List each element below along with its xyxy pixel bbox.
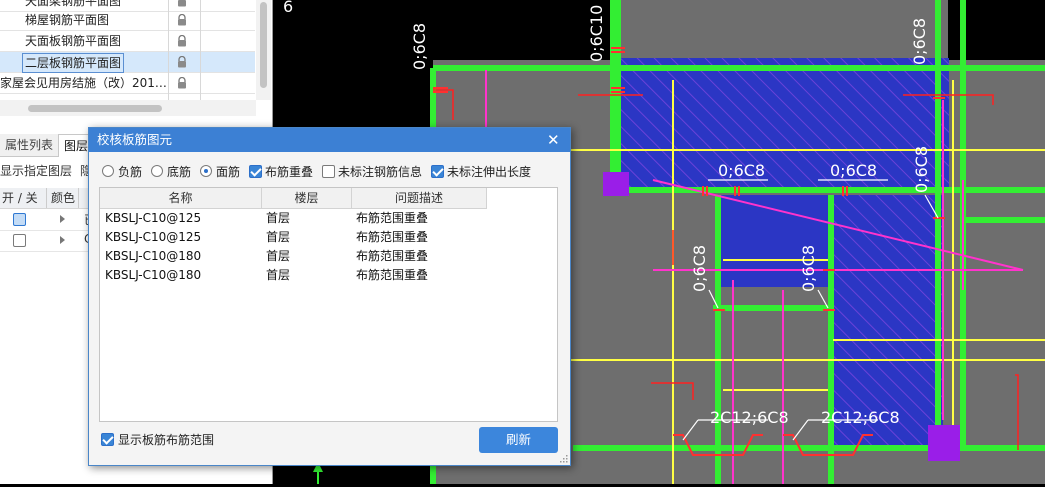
horizontal-scrollbar[interactable]: [0, 100, 256, 116]
cell-floor: 首层: [266, 230, 291, 244]
option-label: 未标注钢筋信息: [338, 165, 423, 179]
checkbox-unchecked[interactable]: [322, 165, 335, 178]
issues-table: 名称 楼层 问题描述 KBSLJ-C10@125 首层 布筋范围重叠 KBSLJ…: [99, 187, 558, 422]
dialog-titlebar[interactable]: 校核板筋图元 ✕: [89, 128, 570, 152]
col-floor-header[interactable]: 楼层: [262, 188, 352, 208]
rebar-label: 2C12;6C8: [821, 408, 900, 427]
checkbox-checked[interactable]: [249, 165, 262, 178]
scrollbar-thumb[interactable]: [28, 105, 162, 112]
column-divider: [168, 0, 169, 100]
table-row[interactable]: KBSLJ-C10@125 首层 布筋范围重叠: [100, 209, 487, 228]
col-color-header: 颜色: [51, 191, 76, 205]
radio-circle[interactable]: [151, 165, 163, 177]
cell-name: KBSLJ-C10@125: [105, 230, 202, 244]
vertical-scrollbar[interactable]: [256, 0, 271, 100]
close-icon[interactable]: ✕: [547, 128, 560, 152]
cell-issue: 布筋范围重叠: [356, 211, 429, 225]
layer-visibility-checkbox[interactable]: [13, 234, 26, 247]
expand-arrow-icon[interactable]: [60, 236, 65, 244]
col-issue-header[interactable]: 问题描述: [352, 188, 487, 208]
option-label: 未标注伸出长度: [447, 165, 532, 179]
lock-icon[interactable]: [176, 77, 188, 89]
cell-name: KBSLJ-C10@180: [105, 249, 202, 263]
rebar-label: 0;6C8: [830, 161, 877, 180]
radio-circle-selected[interactable]: [200, 165, 212, 177]
option-label: 布筋重叠: [265, 165, 314, 179]
checkbox-checked[interactable]: [431, 165, 444, 178]
lock-icon[interactable]: [176, 14, 188, 26]
cell-floor: 首层: [266, 249, 291, 263]
rebar-label: 0;6C10: [587, 5, 606, 62]
drawing-name: 梯屋钢筋平面图: [25, 13, 110, 27]
expand-arrow-icon[interactable]: [60, 215, 65, 223]
option-label: 负筋: [118, 165, 143, 179]
radio-circle[interactable]: [102, 165, 114, 177]
rebar-label: 2C12;6C8: [710, 408, 789, 427]
rebar-range-hatch: [619, 58, 949, 188]
drawing-list-row[interactable]: 天面板钢筋平面图: [0, 31, 255, 52]
rebar-label: 0;6C8: [912, 146, 931, 193]
table-header: 名称 楼层 问题描述: [100, 188, 487, 209]
option-label: 面筋: [216, 165, 241, 179]
rebar-label: 0;6C8: [910, 18, 929, 65]
check-slab-rebar-dialog: 校核板筋图元 ✕ 负筋 底筋 面筋 布筋重叠 未标注钢筋信息 未标注伸出长度 名…: [88, 127, 571, 466]
column-block: [928, 425, 960, 461]
layer-visibility-checkbox[interactable]: [13, 213, 26, 226]
option-label: 底筋: [167, 165, 192, 179]
slab-area-top: [613, 0, 948, 60]
col-toggle-header: 开 / 关: [2, 191, 38, 205]
cell-floor: 首层: [266, 268, 291, 282]
lock-icon[interactable]: [176, 0, 188, 7]
drawing-name: 二层板钢筋平面图: [22, 53, 125, 73]
cell-issue: 布筋范围重叠: [356, 249, 429, 263]
refresh-button[interactable]: 刷新: [479, 427, 558, 453]
header-divider: [46, 188, 47, 208]
rebar-label: 0;6C8: [718, 161, 765, 180]
drawing-name: 家屋会见用房结施（改）201…: [0, 76, 167, 90]
cell-floor: 首层: [266, 211, 291, 225]
edge-glyph: 6: [283, 0, 293, 16]
column-divider: [200, 0, 201, 100]
resize-grip-icon[interactable]: [559, 454, 568, 463]
option-label: 显示板筋布筋范围: [118, 433, 215, 447]
checkbox-checked[interactable]: [101, 433, 114, 446]
cell-name: KBSLJ-C10@180: [105, 268, 202, 282]
cell-issue: 布筋范围重叠: [356, 230, 429, 244]
show-specified-layer-option[interactable]: 显示指定图层: [0, 157, 72, 185]
cell-issue: 布筋范围重叠: [356, 268, 429, 282]
rebar-label: 0;6C8: [690, 245, 709, 292]
table-row[interactable]: KBSLJ-C10@180 首层 布筋范围重叠: [100, 247, 487, 266]
table-row[interactable]: KBSLJ-C10@180 首层 布筋范围重叠: [100, 266, 487, 285]
scrollbar-thumb[interactable]: [260, 2, 267, 88]
rebar-label: 0;6C8: [799, 245, 818, 292]
lock-icon[interactable]: [176, 56, 188, 68]
dialog-title: 校核板筋图元: [97, 132, 173, 147]
cell-name: KBSLJ-C10@125: [105, 211, 202, 225]
tab-properties[interactable]: 属性列表: [0, 134, 58, 156]
drawing-name: 天面板钢筋平面图: [25, 34, 122, 48]
col-name-header[interactable]: 名称: [100, 188, 262, 208]
drawing-list-row[interactable]: 梯屋钢筋平面图: [0, 10, 255, 31]
rebar-label: 0;6C8: [410, 23, 429, 70]
header-divider: [78, 188, 79, 208]
table-row[interactable]: KBSLJ-C10@125 首层 布筋范围重叠: [100, 228, 487, 247]
drawing-list-row[interactable]: 家屋会见用房结施（改）201…: [0, 73, 255, 94]
drawing-list-row-selected[interactable]: 二层板钢筋平面图: [0, 52, 255, 73]
lock-icon[interactable]: [176, 35, 188, 47]
column-block: [603, 172, 629, 196]
